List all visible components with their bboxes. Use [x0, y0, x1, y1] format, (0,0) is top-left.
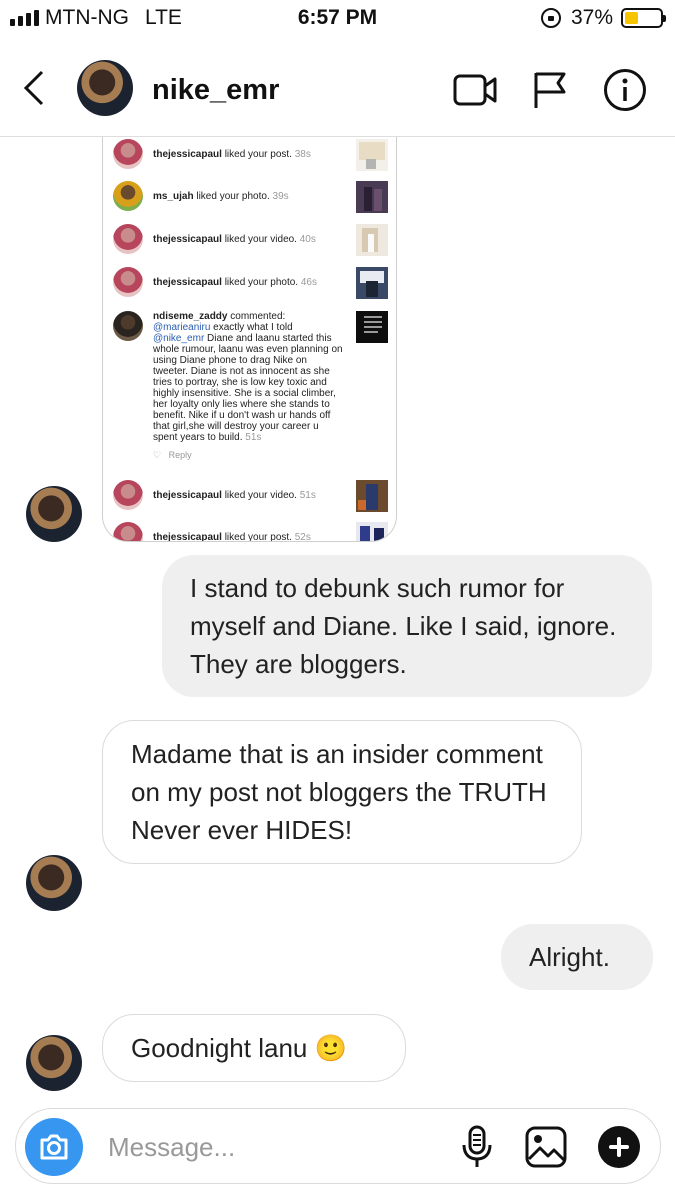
notification-time: 39s: [272, 191, 289, 202]
notification-time: 52s: [294, 532, 311, 542]
camera-icon: [40, 1134, 68, 1160]
rotation-lock-icon: [540, 8, 561, 28]
notification-time: 38s: [294, 149, 311, 160]
comment-text: Diane and laanu started this whole rumou…: [153, 333, 343, 443]
notification-action: liked your video.: [224, 490, 297, 501]
notification-text: thejessicapaul liked your video. 40s: [153, 234, 343, 245]
avatar[interactable]: [77, 60, 133, 116]
avatar: [113, 311, 143, 341]
notification-item: thejessicapaul liked your photo. 46s: [113, 267, 388, 299]
header-actions: [453, 68, 647, 112]
notification-text: thejessicapaul liked your post. 38s: [153, 149, 343, 160]
notification-user: thejessicapaul: [153, 277, 222, 288]
post-thumbnail: [356, 224, 388, 256]
microphone-icon[interactable]: [460, 1125, 494, 1169]
message-input[interactable]: [108, 1129, 408, 1165]
notification-item: thejessicapaul liked your post. 52s: [113, 522, 388, 542]
avatar[interactable]: [26, 486, 82, 542]
mention: @nike_emr: [153, 333, 205, 344]
notification-action: liked your video.: [224, 234, 297, 245]
reply-link: ♡ Reply: [153, 450, 192, 460]
post-thumbnail: [356, 311, 388, 343]
flag-icon[interactable]: [533, 71, 567, 109]
avatar: [113, 267, 143, 297]
avatar: [113, 522, 143, 541]
chat-header: nike_emr: [0, 40, 675, 137]
avatar: [113, 480, 143, 510]
notification-user: thejessicapaul: [153, 149, 222, 160]
notification-text: thejessicapaul liked your video. 51s: [153, 490, 343, 501]
notification-user: thejessicapaul: [153, 490, 222, 501]
notification-user: ms_ujah: [153, 191, 194, 202]
notification-time: 51s: [245, 432, 262, 443]
notification-item: thejessicapaul liked your video. 51s: [113, 480, 388, 512]
avatar: [113, 224, 143, 254]
reply-label: Reply: [168, 450, 192, 460]
notification-item-comment: ndiseme_zaddy commented: @marieaniru exa…: [113, 311, 388, 461]
info-icon[interactable]: [603, 68, 647, 112]
gallery-icon[interactable]: [524, 1125, 568, 1169]
notification-action: liked your post.: [224, 532, 292, 542]
composer-actions: [460, 1125, 640, 1169]
message-composer: [15, 1108, 661, 1184]
notification-item: thejessicapaul liked your video. 40s: [113, 224, 388, 256]
incoming-message[interactable]: Madame that is an insider comment on my …: [102, 720, 582, 864]
notification-time: 40s: [299, 234, 316, 245]
avatar[interactable]: [26, 1035, 82, 1091]
post-thumbnail: [356, 267, 388, 299]
battery-icon: [621, 8, 666, 28]
post-thumbnail: [356, 139, 388, 171]
notification-text: thejessicapaul liked your post. 52s: [153, 532, 343, 542]
mention: @marieaniru: [153, 322, 211, 333]
notification-user: thejessicapaul: [153, 532, 222, 542]
notification-action: liked your post.: [224, 149, 292, 160]
notification-user: ndiseme_zaddy: [153, 311, 228, 322]
status-bar: MTN-NG LTE 6:57 PM 37%: [0, 0, 675, 40]
notification-text: thejessicapaul liked your photo. 46s: [153, 277, 343, 288]
video-call-icon[interactable]: [453, 73, 497, 107]
post-thumbnail: [356, 522, 388, 541]
outgoing-message[interactable]: Alright.: [501, 924, 653, 990]
battery-info: 37%: [540, 6, 666, 30]
camera-button[interactable]: [25, 1118, 83, 1176]
chat-username[interactable]: nike_emr: [152, 74, 279, 107]
incoming-message[interactable]: Goodnight lanu 🙂: [102, 1014, 406, 1082]
avatar: [113, 139, 143, 169]
post-thumbnail: [356, 480, 388, 512]
notification-action: liked your photo.: [224, 277, 299, 288]
notification-action: commented:: [230, 311, 286, 322]
outgoing-message[interactable]: I stand to debunk such rumor for myself …: [162, 555, 652, 697]
notification-item: ms_ujah liked your photo. 39s: [113, 181, 388, 213]
battery-percent: 37%: [570, 6, 613, 29]
notification-text: ndiseme_zaddy commented: @marieaniru exa…: [153, 311, 343, 461]
notification-action: liked your photo.: [196, 191, 270, 202]
comment-text: exactly what I told: [210, 322, 293, 333]
avatar: [113, 181, 143, 211]
notification-item: thejessicapaul liked your post. 38s: [113, 139, 388, 171]
notification-user: thejessicapaul: [153, 234, 222, 245]
avatar[interactable]: [26, 855, 82, 911]
back-chevron-icon[interactable]: [22, 70, 46, 106]
add-icon[interactable]: [598, 1126, 640, 1168]
notification-time: 51s: [299, 490, 316, 501]
shared-screenshot[interactable]: thejessicapaul liked your post. 38s ms_u…: [102, 137, 397, 542]
notification-time: 46s: [300, 277, 317, 288]
post-thumbnail: [356, 181, 388, 213]
notification-text: ms_ujah liked your photo. 39s: [153, 191, 343, 202]
